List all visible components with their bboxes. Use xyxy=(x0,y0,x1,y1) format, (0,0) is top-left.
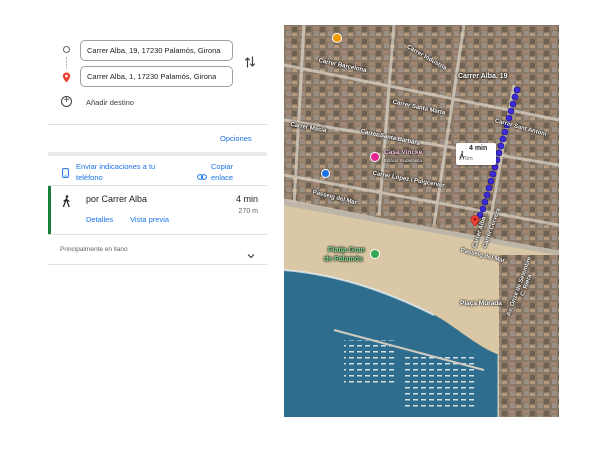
terrain-note: Principalmente en llano xyxy=(60,246,128,253)
satellite-map[interactable]: 4 min 270m Carrer Alba, 19 Carrer Barcel… xyxy=(284,25,559,417)
route-callout[interactable]: 4 min 270m xyxy=(456,143,496,165)
send-to-phone-line1: Enviar indicaciones a tu xyxy=(76,162,156,171)
route-distance: 270 m xyxy=(238,208,258,215)
map-label: Carrer Alba, 19 xyxy=(458,73,508,80)
map-label: Edificio modernista xyxy=(384,158,423,163)
route-path xyxy=(476,86,521,219)
directions-panel: Carrer Alba, 19, 17230 Palamós, Girona C… xyxy=(0,0,282,450)
link-icon xyxy=(197,167,207,185)
route-card[interactable]: por Carrer Alba 4 min 270 m Detalles Vis… xyxy=(48,186,267,234)
swap-icon[interactable] xyxy=(244,55,256,74)
add-destination-icon[interactable]: + xyxy=(61,96,72,107)
route-title: por Carrer Alba xyxy=(86,194,148,204)
poi-orange-icon[interactable] xyxy=(332,33,342,43)
map-label: de Palamós xyxy=(324,256,363,263)
poi-green-icon[interactable] xyxy=(370,249,380,259)
divider-thick xyxy=(48,152,267,156)
preview-button[interactable]: Vista previa xyxy=(130,215,169,224)
walking-icon xyxy=(62,194,71,212)
phone-icon xyxy=(62,165,69,183)
details-button[interactable]: Detalles xyxy=(86,215,113,224)
map-label: Casa Vincke xyxy=(384,149,423,156)
divider xyxy=(48,234,267,235)
add-destination-label[interactable]: Añadir destino xyxy=(86,98,134,107)
poi-blue-icon[interactable] xyxy=(321,169,330,178)
origin-input[interactable]: Carrer Alba, 19, 17230 Palamós, Girona xyxy=(80,40,233,61)
divider xyxy=(48,264,267,265)
route-selected-bar xyxy=(48,186,51,234)
chevron-down-icon[interactable] xyxy=(247,246,255,264)
send-to-phone-line2: teléfono xyxy=(76,173,103,182)
copy-link-button[interactable]: Copiar enlace xyxy=(211,161,233,183)
origin-circle-icon xyxy=(63,46,70,53)
route-time: 4 min xyxy=(235,194,258,204)
send-to-phone-link[interactable]: Enviar indicaciones a tu teléfono xyxy=(76,161,155,183)
callout-distance: 270m xyxy=(459,156,473,162)
options-button[interactable]: Opciones xyxy=(220,134,252,143)
copy-link-line2: enlace xyxy=(211,173,234,182)
poi-pink-icon[interactable] xyxy=(370,152,380,162)
map-label: Plaça Murada xyxy=(460,300,502,307)
copy-link-line1: Copiar xyxy=(211,162,234,171)
map-label: Platja Gran xyxy=(328,247,365,254)
callout-time: 4 min xyxy=(469,145,488,152)
destination-pin-icon xyxy=(62,70,71,88)
route-dots-icon xyxy=(66,57,68,69)
divider xyxy=(48,124,267,125)
destination-input[interactable]: Carrer Alba, 1, 17230 Palamós, Girona xyxy=(80,66,233,87)
